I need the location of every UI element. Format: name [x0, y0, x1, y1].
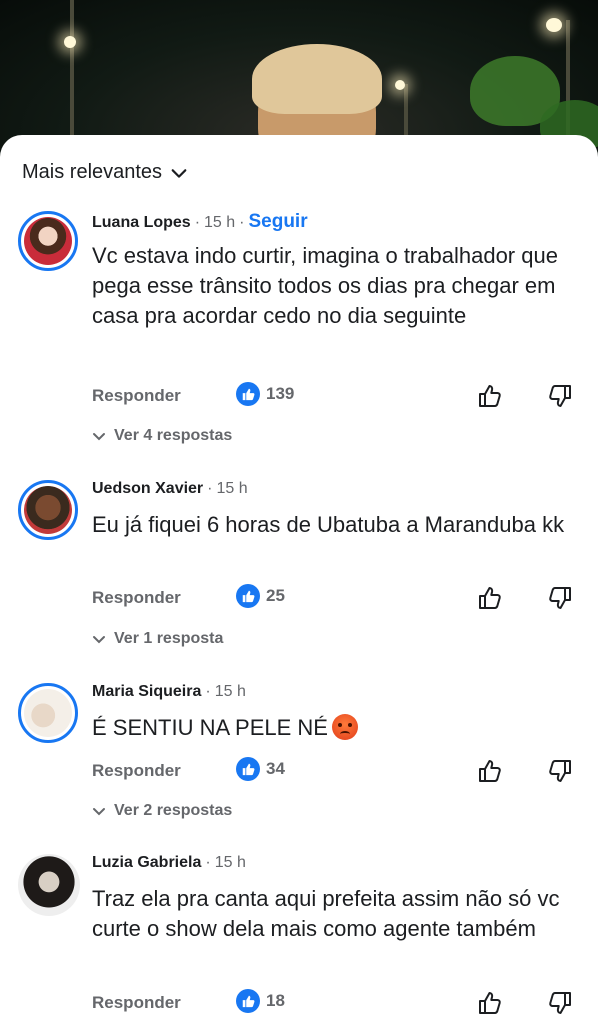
comment-text: É SENTIU NA PELE NÉ [92, 713, 582, 743]
comment-actions: Responder 139 [92, 382, 582, 412]
reply-button[interactable]: Responder [92, 993, 181, 1013]
comment-actions: Responder 25 [92, 584, 582, 614]
comments-sheet: Mais relevantes Luana Lopes · 15 h · Seg… [0, 135, 598, 1024]
chevron-down-icon [171, 168, 187, 178]
like-count: 25 [266, 586, 285, 605]
view-replies-label: Ver 4 respostas [114, 427, 233, 444]
comment-header: Luana Lopes · 15 h · Seguir [92, 211, 308, 233]
avatar[interactable] [18, 211, 78, 271]
comment-time: 15 h [216, 480, 248, 497]
comment-text: Vc estava indo curtir, imagina o trabalh… [92, 243, 558, 328]
like-icon [236, 757, 260, 781]
view-replies-button[interactable]: Ver 2 respostas [92, 802, 232, 820]
follow-button[interactable]: Seguir [248, 211, 307, 233]
avatar[interactable] [18, 480, 78, 540]
comment-time: 15 h [214, 683, 246, 700]
author-name[interactable]: Luzia Gabriela [92, 854, 201, 872]
sort-label: Mais relevantes [22, 161, 163, 183]
like-summary[interactable]: 25 [236, 584, 285, 608]
view-replies-label: Ver 2 respostas [114, 802, 233, 819]
like-count: 139 [266, 384, 295, 403]
like-count: 34 [266, 759, 285, 778]
thumb-down-icon[interactable] [546, 584, 574, 612]
author-name[interactable]: Luana Lopes [92, 214, 191, 232]
reply-button[interactable]: Responder [92, 588, 181, 608]
thumb-down-icon[interactable] [546, 382, 574, 410]
thumb-down-icon[interactable] [546, 989, 574, 1017]
author-name[interactable]: Maria Siqueira [92, 683, 201, 701]
comment-actions: Responder 18 [92, 989, 582, 1019]
thumb-up-icon[interactable] [476, 382, 504, 410]
thumb-up-icon[interactable] [476, 989, 504, 1017]
thumb-up-icon[interactable] [476, 584, 504, 612]
sort-selector[interactable]: Mais relevantes [22, 161, 188, 184]
chevron-down-icon [93, 808, 105, 816]
like-icon [236, 382, 260, 406]
like-count: 18 [266, 991, 285, 1010]
comment-time: 15 h [204, 214, 236, 231]
like-summary[interactable]: 139 [236, 382, 294, 406]
chevron-down-icon [93, 433, 105, 441]
view-replies-button[interactable]: Ver 1 resposta [92, 630, 223, 648]
comment-header: Uedson Xavier · 15 h [92, 480, 248, 498]
reply-button[interactable]: Responder [92, 386, 181, 406]
chevron-down-icon [93, 636, 105, 644]
reply-button[interactable]: Responder [92, 761, 181, 781]
comment-actions: Responder 34 [92, 757, 582, 787]
angry-face-emoji [331, 714, 358, 741]
like-summary[interactable]: 18 [236, 989, 285, 1013]
comment-header: Luzia Gabriela · 15 h [92, 854, 246, 872]
avatar[interactable] [18, 683, 78, 743]
comment-text-content: É SENTIU NA PELE NÉ [92, 715, 328, 740]
like-icon [236, 584, 260, 608]
author-name[interactable]: Uedson Xavier [92, 480, 203, 498]
like-summary[interactable]: 34 [236, 757, 285, 781]
view-replies-label: Ver 1 resposta [114, 630, 224, 647]
view-replies-button[interactable]: Ver 4 respostas [92, 427, 232, 445]
comment-header: Maria Siqueira · 15 h [92, 683, 246, 701]
comment-text: Eu já fiquei 6 horas de Ubatuba a Marand… [92, 512, 565, 537]
comment-text: Traz ela pra canta aqui prefeita assim n… [92, 886, 560, 941]
avatar[interactable] [18, 854, 80, 916]
like-icon [236, 989, 260, 1013]
comment-time: 15 h [214, 854, 246, 871]
thumb-up-icon[interactable] [476, 757, 504, 785]
thumb-down-icon[interactable] [546, 757, 574, 785]
